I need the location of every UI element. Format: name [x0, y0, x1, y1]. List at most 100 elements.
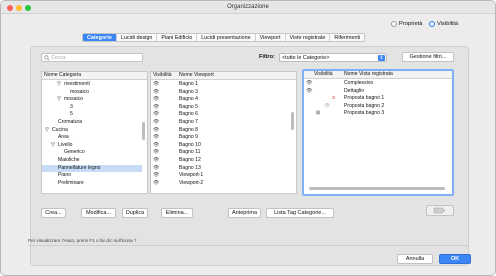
eye-visible-icon[interactable]: 👁: [153, 127, 159, 135]
viewport-row[interactable]: 👁 Bagno 13: [151, 165, 290, 173]
saved-view-row[interactable]: 👁 Dettaglio: [304, 88, 452, 96]
viewport-row[interactable]: 👁 Bagno 4: [151, 96, 290, 104]
viewport-row[interactable]: 👁 Bagno 3: [151, 89, 290, 97]
tab-viewport[interactable]: Viewport: [256, 34, 286, 41]
eye-visible-icon[interactable]: 👁: [153, 180, 159, 188]
category-header-label: Nome Categoria: [44, 72, 82, 78]
disclosure-triangle-icon[interactable]: ▽: [51, 142, 55, 150]
viewport-row[interactable]: 👁 Bagno 12: [151, 157, 290, 165]
create-button[interactable]: Crea...: [41, 208, 66, 218]
eye-grayed-icon[interactable]: 👁: [324, 103, 330, 111]
eye-visible-icon[interactable]: 👁: [153, 81, 159, 89]
saved-view-name: Complessivo: [344, 80, 374, 86]
eye-visible-icon[interactable]: 👁: [153, 142, 159, 150]
search-field[interactable]: Cerca: [41, 53, 143, 62]
cancel-button[interactable]: Annulla: [397, 254, 433, 264]
eye-visible-icon[interactable]: 👁: [306, 88, 312, 96]
category-row[interactable]: Maioliche: [42, 157, 142, 165]
preview-button[interactable]: Anteprima: [228, 208, 261, 218]
category-row[interactable]: Preliminare: [42, 180, 142, 188]
viewport-row[interactable]: 👁 Bagno 10: [151, 142, 290, 150]
duplicate-button[interactable]: Duplica: [122, 208, 148, 218]
tab-lucidi-presentazione[interactable]: Lucidi presentazione: [197, 34, 256, 41]
eye-visible-icon[interactable]: 👁: [153, 89, 159, 97]
eye-visible-icon[interactable]: 👁: [153, 96, 159, 104]
viewport-row[interactable]: 👁 Bagno 6: [151, 111, 290, 119]
tab-riferimenti[interactable]: Riferimenti: [330, 34, 364, 41]
saved-view-hscrollbar[interactable]: [309, 187, 445, 190]
visibility-none-icon[interactable]: ⊠: [316, 110, 320, 118]
saved-view-list[interactable]: Visibilità Nome Vista registrata 👁 Comple…: [302, 69, 454, 196]
viewport-scrollbar[interactable]: [291, 112, 294, 130]
eye-visible-icon[interactable]: 👁: [153, 149, 159, 157]
chevron-updown-icon: ⇕: [378, 55, 385, 61]
filter-select[interactable]: <tutte le Categorie> ⇕: [279, 53, 387, 62]
category-header[interactable]: Nome Categoria: [42, 72, 147, 80]
saved-view-row[interactable]: 👁 Proposta bagno 2: [304, 103, 452, 111]
category-row[interactable]: ▽ Livello: [42, 142, 142, 150]
tag-list-button[interactable]: Lista Tag Categorie...: [266, 208, 334, 218]
tab-piani-edificio[interactable]: Piani Edificio: [157, 34, 198, 41]
eye-visible-icon[interactable]: 👁: [153, 119, 159, 127]
eye-visible-icon[interactable]: 👁: [153, 134, 159, 142]
viewport-row[interactable]: 👁 Viewport-1: [151, 172, 290, 180]
search-placeholder: Cerca: [51, 55, 66, 61]
manage-filters-button[interactable]: Gestione filtri...: [402, 52, 454, 62]
category-row[interactable]: ▽ Cucina: [42, 127, 142, 135]
radio-properties[interactable]: Proprietà: [391, 21, 423, 27]
viewport-row[interactable]: 👁 Bagno 1: [151, 81, 290, 89]
viewport-row[interactable]: 👁 Bagno 11: [151, 149, 290, 157]
category-row[interactable]: Area: [42, 134, 142, 142]
category-row[interactable]: Generico: [42, 149, 142, 157]
viewport-row[interactable]: 👁 Bagno 9: [151, 134, 290, 142]
category-label: Cucina: [52, 126, 68, 133]
eye-visible-icon[interactable]: 👁: [153, 157, 159, 165]
saved-view-row[interactable]: 👁 Complessivo: [304, 80, 452, 88]
saved-view-header: Visibilità Nome Vista registrata: [304, 71, 452, 79]
invisible-icon[interactable]: ⦸: [332, 95, 335, 103]
category-row[interactable]: 5: [42, 111, 142, 119]
viewport-visibility-header[interactable]: Visibilità: [153, 72, 172, 79]
radio-visibility[interactable]: Visibilità: [429, 21, 458, 27]
category-row[interactable]: ▽ rivestimenti: [42, 81, 142, 89]
eye-visible-icon[interactable]: 👁: [306, 80, 312, 88]
tab-lucidi-design[interactable]: Lucidi design: [117, 34, 158, 41]
radio-properties-label: Proprietà: [399, 21, 423, 27]
viewport-name: Viewport-2: [179, 179, 204, 186]
viewport-row[interactable]: 👁 Viewport-2: [151, 180, 290, 188]
eye-visible-icon[interactable]: 👁: [153, 111, 159, 119]
viewport-name-header[interactable]: Nome Viewport: [179, 72, 214, 79]
viewport-list[interactable]: Visibilità Nome Viewport 👁 Bagno 1 👁 Bagno …: [150, 71, 297, 194]
eye-visible-icon[interactable]: 👁: [153, 165, 159, 173]
viewport-name: Bagno 7: [179, 119, 198, 125]
saved-view-visibility-header[interactable]: Visibilità: [314, 71, 333, 78]
category-row[interactable]: Cromatura: [42, 119, 142, 127]
viewport-row[interactable]: 👁 Bagno 5: [151, 104, 290, 112]
category-list[interactable]: Nome Categoria ▽ rivestimenti mosaico ▽ mosa…: [41, 71, 148, 194]
saved-view-row[interactable]: ⊠ Proposta bagno 3: [304, 110, 452, 118]
viewport-name: Bagno 4: [179, 96, 198, 103]
category-row[interactable]: Piano: [42, 172, 142, 180]
saved-view-row[interactable]: ⦸ Proposta bagno 1: [304, 95, 452, 103]
category-label: 3: [70, 103, 73, 110]
tags-toggle-button[interactable]: [426, 205, 454, 216]
category-row[interactable]: 3: [42, 104, 142, 112]
saved-view-name-header[interactable]: Nome Vista registrata: [344, 71, 393, 78]
delete-button[interactable]: Elimina...: [161, 208, 193, 218]
modify-button[interactable]: Modifica...: [81, 208, 116, 218]
eye-visible-icon[interactable]: 👁: [153, 104, 159, 112]
disclosure-triangle-icon[interactable]: ▽: [57, 81, 61, 89]
tab-categorie[interactable]: Categorie: [83, 34, 117, 41]
tab-viste-registrate[interactable]: Viste registrate: [286, 34, 331, 41]
ok-button[interactable]: OK: [439, 254, 471, 264]
disclosure-triangle-icon[interactable]: ▽: [45, 127, 49, 135]
eye-visible-icon[interactable]: 👁: [153, 172, 159, 180]
category-row[interactable]: Pannellature legno: [42, 164, 142, 173]
category-row[interactable]: ▽ mosaico: [42, 96, 142, 104]
viewport-row[interactable]: 👁 Bagno 8: [151, 127, 290, 135]
category-row[interactable]: mosaico: [42, 89, 142, 97]
disclosure-triangle-icon[interactable]: ▽: [57, 96, 61, 104]
viewport-row[interactable]: 👁 Bagno 7: [151, 119, 290, 127]
category-scrollbar[interactable]: [142, 122, 145, 140]
category-label: 5: [70, 111, 73, 118]
